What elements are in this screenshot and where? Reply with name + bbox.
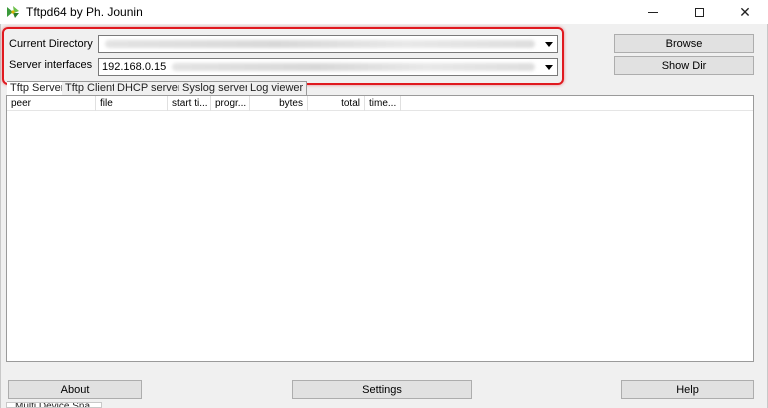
help-button[interactable]: Help [621,380,754,399]
settings-button[interactable]: Settings [292,380,472,399]
transfer-list[interactable]: peer file start ti... progr... bytes tot… [6,95,754,362]
column-file[interactable]: file [96,96,168,111]
maximize-icon [694,7,704,17]
close-button[interactable]: ✕ [722,0,768,24]
column-bytes[interactable]: bytes [250,96,308,111]
column-peer[interactable]: peer [7,96,96,111]
tab-tftp-client[interactable]: Tftp Client [62,81,120,95]
maximize-button[interactable] [676,0,722,24]
column-progress[interactable]: progr... [211,96,250,111]
about-button[interactable]: About [8,380,142,399]
highlight-annotation [2,27,564,85]
title-bar[interactable]: Tftpd64 by Ph. Jounin ✕ [0,0,768,24]
tab-log-viewer[interactable]: Log viewer [247,81,308,95]
show-dir-button[interactable]: Show Dir [614,56,754,75]
window-title: Tftpd64 by Ph. Jounin [26,5,143,19]
column-total[interactable]: total [308,96,365,111]
tab-syslog-server[interactable]: Syslog server [179,81,253,95]
browse-button[interactable]: Browse [614,34,754,53]
minimize-button[interactable] [630,0,676,24]
tftpd-app-icon [5,4,21,20]
column-time[interactable]: time... [365,96,401,111]
close-icon: ✕ [739,3,751,20]
tab-tftp-server[interactable]: Tftp Server [7,81,69,95]
background-window-label: Multi Device Sna [6,402,102,408]
minimize-icon [648,11,658,13]
column-start-time[interactable]: start ti... [168,96,211,111]
list-header: peer file start ti... progr... bytes tot… [7,96,753,111]
tab-dhcp-server[interactable]: DHCP server [114,81,186,95]
